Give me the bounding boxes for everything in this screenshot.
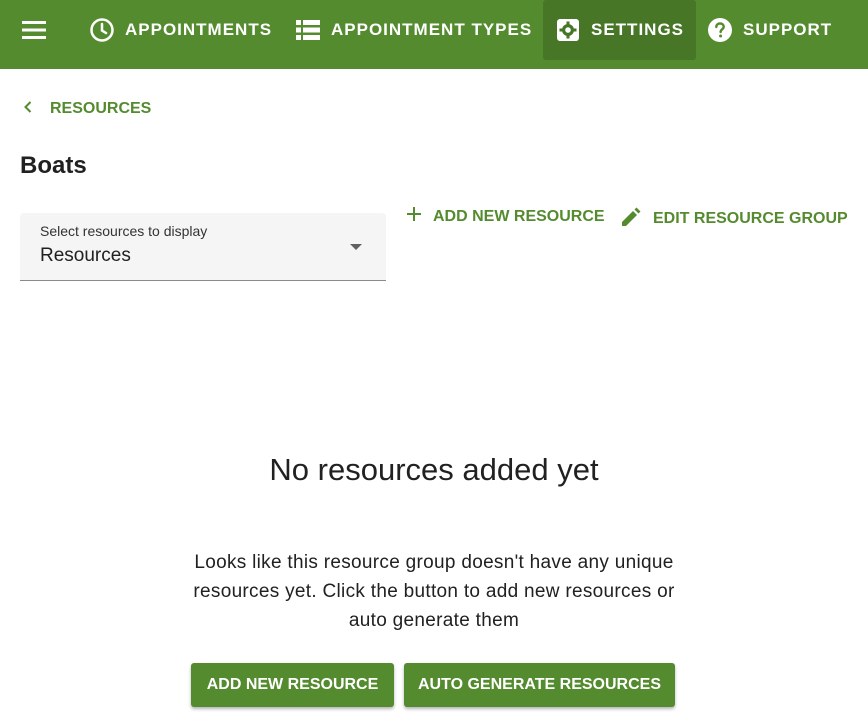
- page-title: Boats: [20, 152, 87, 179]
- nav-support-label: SUPPORT: [743, 20, 833, 39]
- pencil-icon: [622, 207, 641, 231]
- gear-icon: [555, 17, 581, 43]
- back-to-resources-link[interactable]: RESOURCES: [24, 100, 151, 118]
- nav-appointment-types[interactable]: APPOINTMENT TYPES: [285, 0, 542, 60]
- add-new-resource-link[interactable]: ADD NEW RESOURCE: [407, 207, 605, 226]
- resource-select-label: Select resources to display: [40, 223, 208, 239]
- hamburger-menu-icon[interactable]: [20, 18, 48, 42]
- resource-select[interactable]: Select resources to display Resources: [20, 213, 386, 281]
- nav-appointments[interactable]: APPOINTMENTS: [79, 0, 282, 60]
- back-link-label: RESOURCES: [50, 100, 152, 117]
- add-new-resource-link-label: ADD NEW RESOURCE: [433, 207, 605, 225]
- dropdown-caret-icon: [350, 244, 362, 250]
- edit-resource-group-link-label: EDIT RESOURCE GROUP: [653, 210, 848, 227]
- plus-icon: [407, 207, 421, 226]
- nav-support[interactable]: SUPPORT: [697, 0, 842, 60]
- help-icon: [707, 17, 733, 43]
- empty-state-description: Looks like this resource group doesn't h…: [193, 552, 675, 631]
- nav-appointments-label: APPOINTMENTS: [125, 20, 273, 39]
- nav-settings-label: SETTINGS: [591, 20, 685, 39]
- chevron-left-icon: [24, 100, 32, 118]
- top-app-bar: APPOINTMENTS APPOINTMENT TYPES SETTINGS …: [0, 0, 868, 69]
- add-new-resource-button[interactable]: ADD NEW RESOURCE: [191, 663, 394, 707]
- empty-state-title: No resources added yet: [269, 452, 599, 487]
- edit-resource-group-link[interactable]: EDIT RESOURCE GROUP: [622, 207, 848, 231]
- resource-select-value: Resources: [40, 245, 131, 266]
- nav-settings[interactable]: SETTINGS: [543, 0, 696, 60]
- auto-generate-resources-button[interactable]: AUTO GENERATE RESOURCES: [404, 663, 675, 707]
- clock-icon: [89, 17, 115, 43]
- list-icon: [295, 17, 321, 43]
- nav-appointment-types-label: APPOINTMENT TYPES: [331, 20, 533, 39]
